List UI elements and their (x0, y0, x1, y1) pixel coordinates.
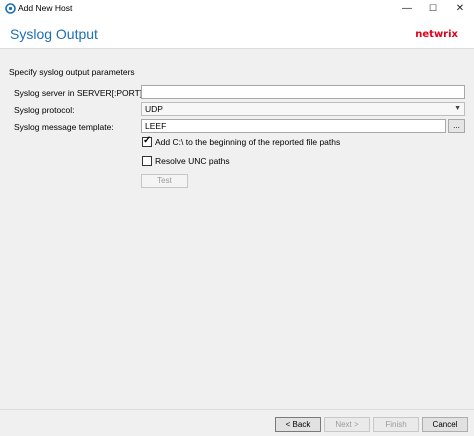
protocol-label: Syslog protocol: (14, 105, 75, 115)
maximize-button[interactable]: ☐ (420, 0, 446, 17)
finish-button[interactable]: Finish (373, 417, 419, 432)
protocol-select[interactable]: UDP ▼ (141, 102, 465, 116)
checkmark-icon: ✓ (143, 135, 152, 146)
settings-panel: Specify syslog output parameters Syslog … (0, 49, 474, 409)
resolve-unc-label[interactable]: Resolve UNC paths (155, 156, 230, 166)
chevron-down-icon: ▼ (454, 105, 461, 112)
resolve-unc-checkbox[interactable] (142, 156, 152, 166)
app-icon (5, 3, 16, 14)
intro-text: Specify syslog output parameters (9, 67, 135, 77)
page-title: Syslog Output (10, 26, 98, 42)
template-label: Syslog message template: (14, 122, 114, 132)
test-button[interactable]: Test (141, 174, 188, 188)
minimize-button[interactable]: — (394, 0, 420, 17)
cancel-button[interactable]: Cancel (422, 417, 468, 432)
add-c-label[interactable]: Add C:\ to the beginning of the reported… (155, 137, 340, 147)
server-input[interactable] (141, 85, 465, 99)
close-button[interactable]: ✕ (447, 0, 473, 17)
title-bar: Add New Host — ☐ ✕ (0, 0, 474, 17)
page-header: Syslog Output netwrix (0, 17, 474, 49)
protocol-value: UDP (145, 104, 163, 114)
netwrix-logo: netwrix (415, 29, 458, 40)
back-button[interactable]: < Back (275, 417, 321, 432)
next-button[interactable]: Next > (324, 417, 370, 432)
add-c-checkbox[interactable]: ✓ (142, 135, 152, 147)
window-title: Add New Host (18, 3, 73, 13)
template-input[interactable]: LEEF (141, 119, 446, 133)
wizard-footer: < Back Next > Finish Cancel (0, 409, 474, 436)
browse-template-button[interactable]: ... (448, 119, 465, 133)
